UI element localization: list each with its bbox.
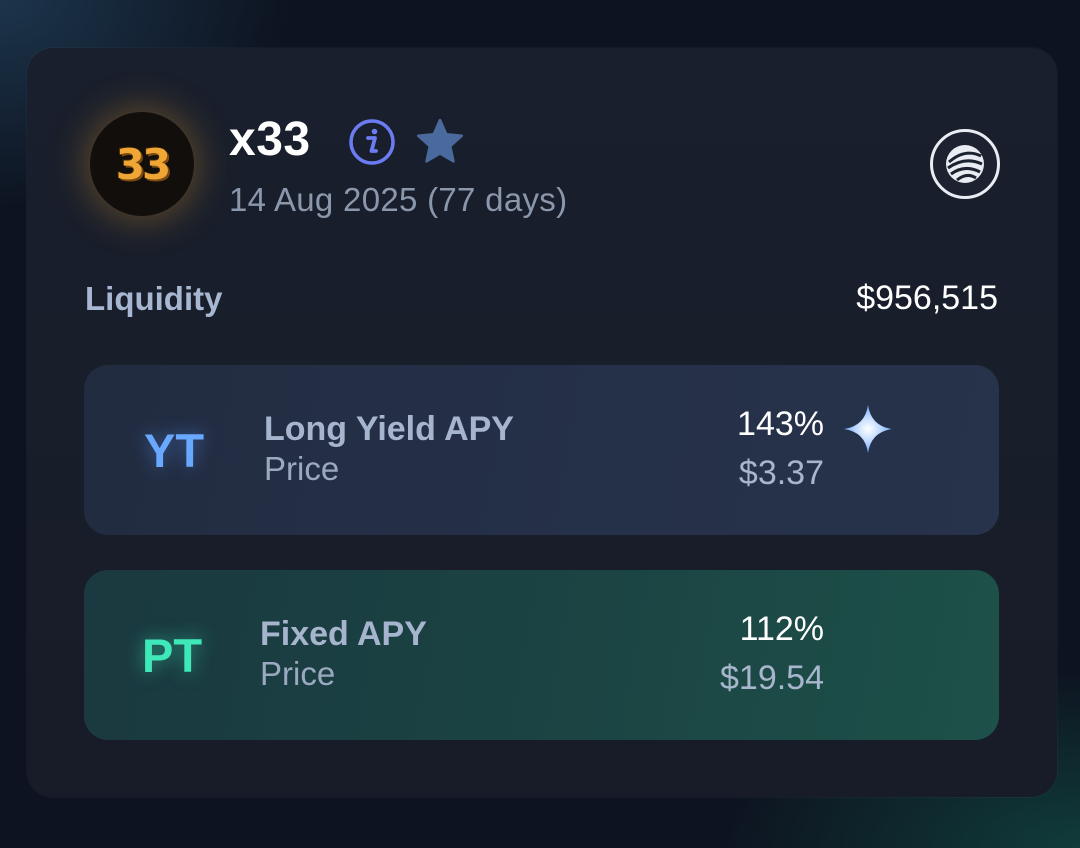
pt-price-label: Price — [260, 655, 336, 692]
pt-apy-label: Fixed APY — [260, 615, 427, 653]
market-card[interactable]: 33 x33 14 Aug 2025 (77 days) Liquidity $… — [27, 48, 1057, 797]
liquidity-value: $956,515 — [856, 279, 998, 317]
pt-badge: PT — [142, 629, 203, 682]
maturity-date: 14 Aug 2025 (77 days) — [229, 181, 568, 218]
yt-row[interactable]: YT Long Yield APY Price 143% $3.37 — [84, 365, 999, 535]
token-logo: 33 — [90, 112, 194, 216]
yt-apy-value: 143% — [737, 405, 824, 443]
info-icon[interactable] — [348, 118, 396, 166]
token-logo-text: 33 — [115, 139, 171, 189]
liquidity-label: Liquidity — [85, 280, 223, 317]
sparkle-icon — [844, 405, 892, 453]
pt-price-value: $19.54 — [720, 659, 824, 697]
yt-price-value: $3.37 — [738, 454, 824, 492]
pt-row[interactable]: PT Fixed APY Price 112% $19.54 — [84, 570, 999, 740]
star-icon[interactable] — [414, 116, 466, 168]
chain-glyph-icon — [946, 145, 984, 183]
yt-price-label: Price — [264, 450, 340, 487]
token-name: x33 — [229, 113, 311, 166]
chain-network-icon[interactable] — [930, 129, 1000, 199]
yt-badge: YT — [144, 424, 205, 477]
pt-apy-value: 112% — [739, 610, 824, 648]
yt-apy-label: Long Yield APY — [264, 410, 514, 448]
